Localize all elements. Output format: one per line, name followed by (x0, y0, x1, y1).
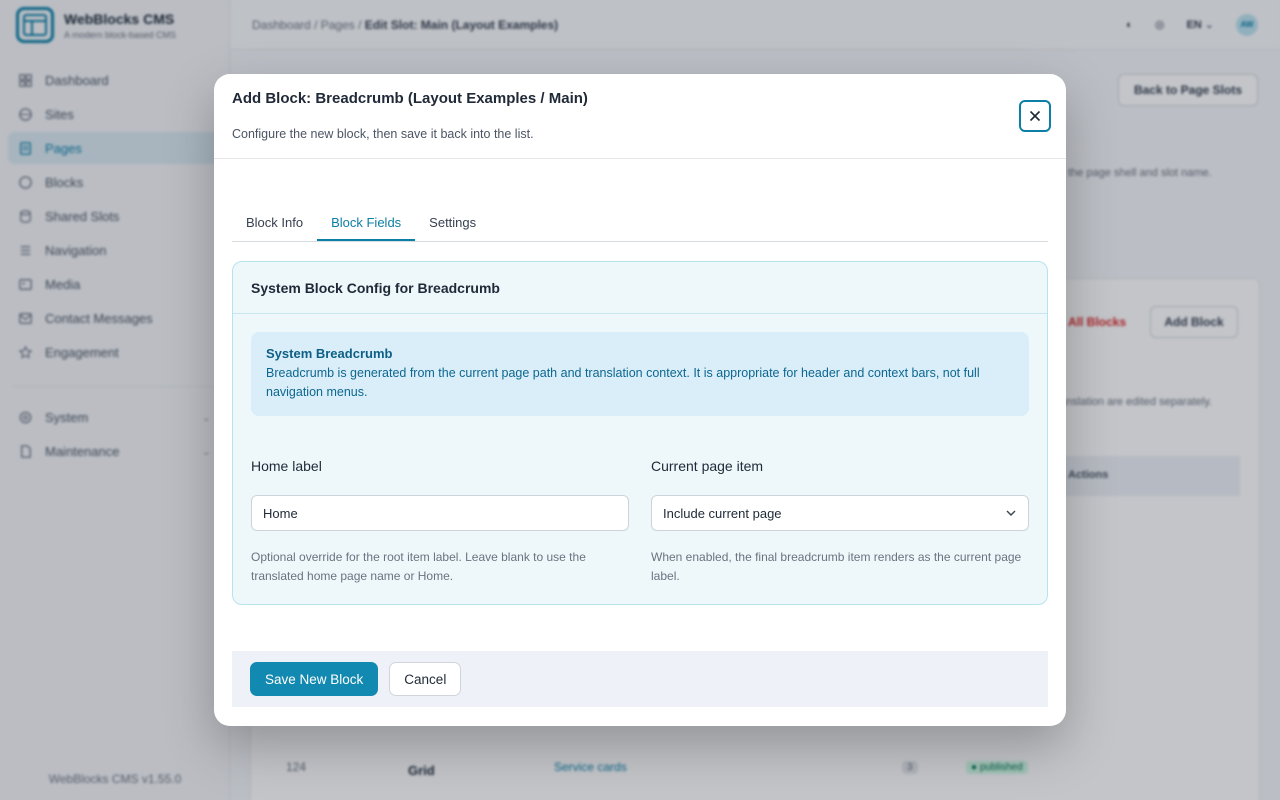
modal-tabs: Block Info Block Fields Settings (232, 205, 1048, 242)
info-title: System Breadcrumb (266, 346, 393, 361)
current-page-item-select[interactable]: Include current page (651, 495, 1029, 531)
modal-subtitle: Configure the new block, then save it ba… (232, 127, 534, 141)
modal-title: Add Block: Breadcrumb (Layout Examples /… (232, 90, 588, 107)
modal-header: Add Block: Breadcrumb (Layout Examples /… (214, 74, 1066, 159)
current-page-item-field: Current page item Include current page W… (651, 458, 1029, 586)
home-label-help: Optional override for the root item labe… (251, 550, 586, 583)
save-new-block-button[interactable]: Save New Block (250, 662, 379, 696)
cancel-button[interactable]: Cancel (389, 662, 462, 696)
tab-block-fields[interactable]: Block Fields (317, 205, 416, 241)
home-label-input[interactable]: Home (251, 495, 629, 531)
home-label-label: Home label (251, 458, 322, 474)
chevron-down-icon (1006, 510, 1016, 516)
info-text: Breadcrumb is generated from the current… (266, 366, 980, 399)
current-page-item-help: When enabled, the final breadcrumb item … (651, 550, 1022, 583)
current-page-item-label: Current page item (651, 458, 764, 474)
add-block-modal: Add Block: Breadcrumb (Layout Examples /… (214, 74, 1066, 726)
close-button[interactable] (1019, 100, 1051, 132)
current-page-item-value: Include current page (663, 505, 782, 521)
tab-settings[interactable]: Settings (415, 205, 490, 241)
modal-footer: Save New Block Cancel (232, 651, 1048, 707)
panel-heading: System Block Config for Breadcrumb (233, 262, 1047, 314)
system-block-config-panel: System Block Config for Breadcrumb Syste… (232, 261, 1048, 605)
close-icon (1029, 110, 1041, 122)
info-callout: System Breadcrumb Breadcrumb is generate… (251, 332, 1029, 416)
home-label-field: Home label Home Optional override for th… (251, 458, 629, 586)
tab-block-info[interactable]: Block Info (232, 205, 317, 241)
